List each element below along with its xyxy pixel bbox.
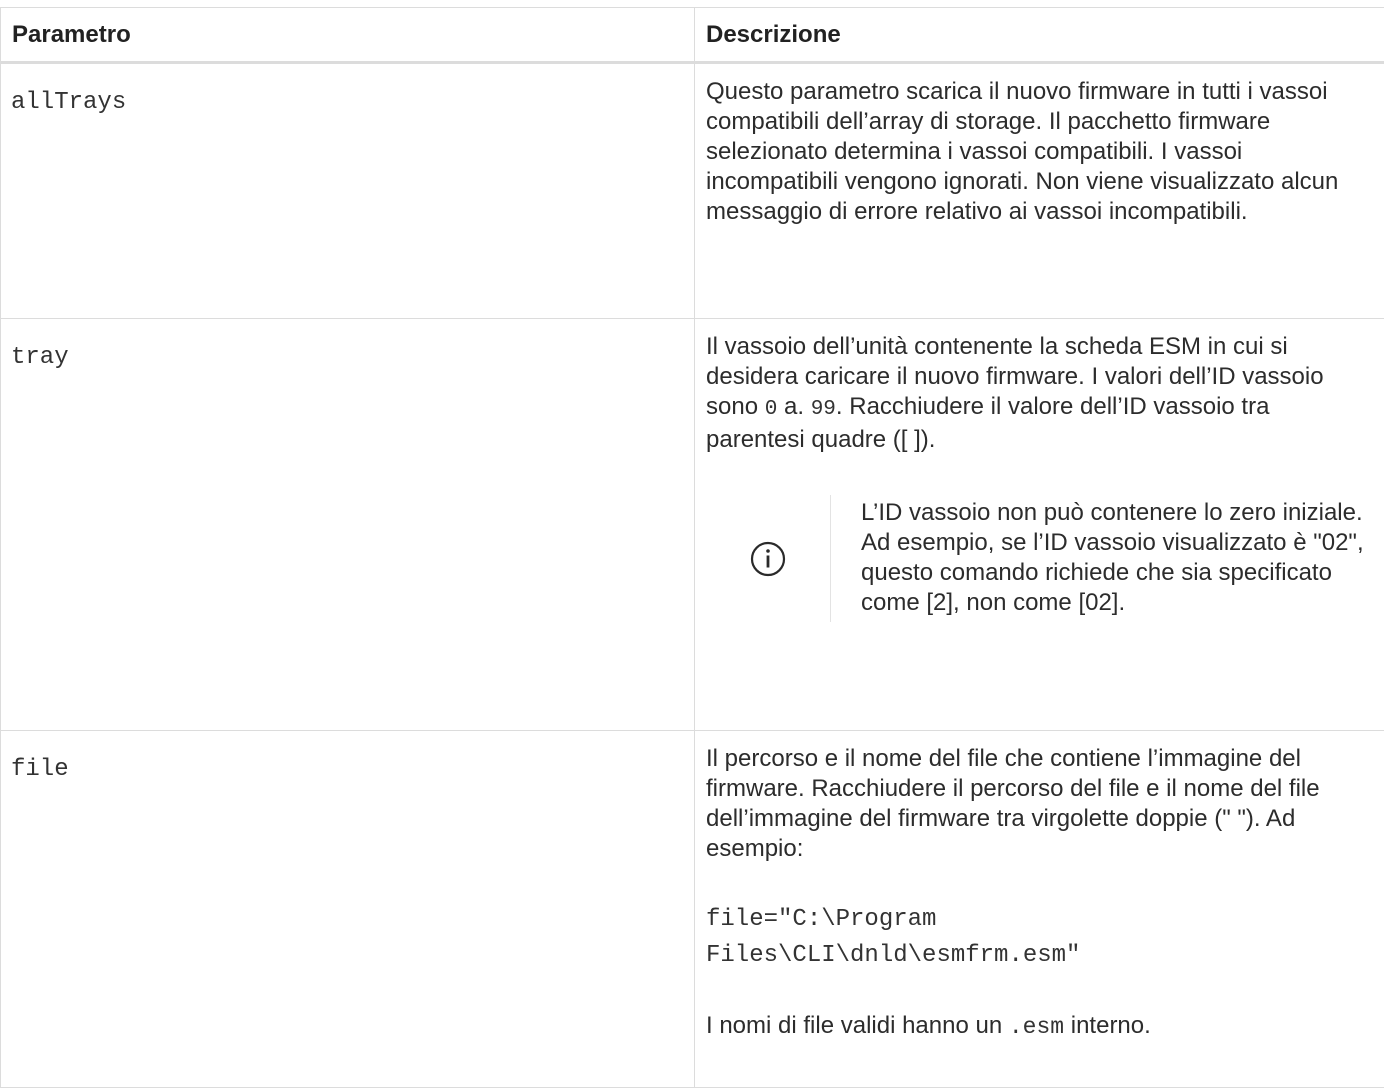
- param-name: file: [1, 731, 695, 1088]
- param-description: Questo parametro scarica il nuovo firmwa…: [695, 63, 1384, 319]
- param-description: Il percorso e il nome del file che conti…: [695, 731, 1384, 1088]
- table-row: allTrays Questo parametro scarica il nuo…: [1, 63, 1384, 319]
- table-row: file Il percorso e il nome del file che …: [1, 731, 1384, 1088]
- info-icon: [750, 541, 786, 577]
- table-header-row: Parametro Descrizione: [1, 8, 1384, 63]
- code-example: file="C:\Program Files\CLI\dnld\esmfrm.e…: [706, 902, 1364, 974]
- description-segment: a.: [777, 393, 810, 420]
- param-name: allTrays: [1, 63, 695, 319]
- info-note: L’ID vassoio non può contenere lo zero i…: [706, 495, 1364, 622]
- inline-code: .esm: [1009, 1014, 1064, 1040]
- description-text: Questo parametro scarica il nuovo firmwa…: [706, 77, 1364, 227]
- description-text: Il vassoio dell’unità contenente la sche…: [706, 332, 1364, 455]
- table-row: tray Il vassoio dell’unità contenente la…: [1, 319, 1384, 731]
- param-name: tray: [1, 319, 695, 731]
- param-description: Il vassoio dell’unità contenente la sche…: [695, 319, 1384, 731]
- note-text: L’ID vassoio non può contenere lo zero i…: [861, 495, 1364, 622]
- description-text: Il percorso e il nome del file che conti…: [706, 744, 1364, 864]
- code-line: Files\CLI\dnld\esmfrm.esm": [706, 942, 1080, 969]
- inline-code: 0: [765, 398, 778, 421]
- description-segment: interno.: [1064, 1012, 1151, 1039]
- description-text: I nomi di file validi hanno un .esm inte…: [706, 1011, 1364, 1042]
- header-parametro: Parametro: [1, 8, 695, 63]
- inline-code: 99: [811, 398, 836, 421]
- parameters-table: Parametro Descrizione allTrays Questo pa…: [0, 7, 1384, 1088]
- description-segment: I nomi di file validi hanno un: [706, 1012, 1009, 1039]
- header-descrizione: Descrizione: [695, 8, 1384, 63]
- note-icon-column: [706, 495, 831, 622]
- code-line: file="C:\Program: [706, 906, 936, 933]
